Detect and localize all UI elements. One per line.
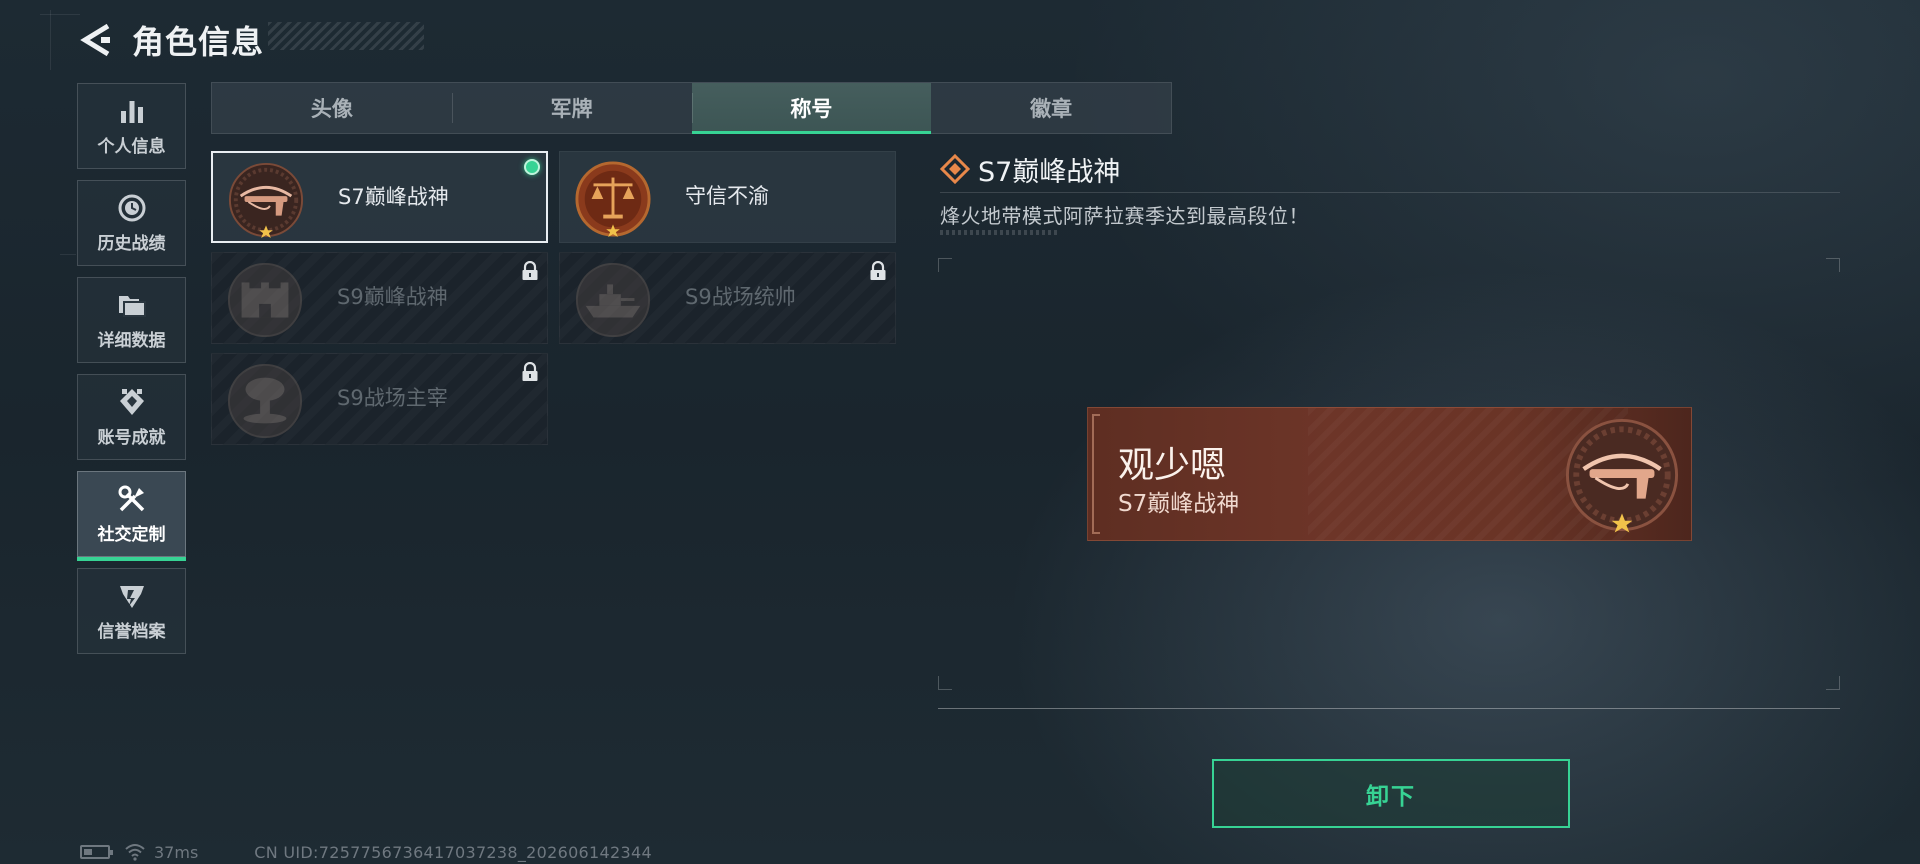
title-card-label: S7巅峰战神 [338, 185, 449, 209]
detail-title: S7巅峰战神 [978, 156, 1121, 188]
player-name: 观少嗯 [1118, 445, 1227, 486]
title-card-s9-battlefield-commander[interactable]: S9战场统帅 [559, 252, 896, 344]
sidebar-item-history[interactable]: 历史战绩 [77, 180, 186, 266]
title-card-label: 守信不渝 [685, 184, 769, 208]
title-detail-panel: S7巅峰战神 烽火地带模式阿萨拉赛季达到最高段位！ [940, 150, 1840, 235]
title-card-label: S9战场主宰 [337, 386, 448, 410]
folder-icon [117, 290, 147, 320]
crossbow-emblem-icon [228, 162, 304, 239]
warship-emblem-icon [575, 262, 651, 338]
lock-icon [522, 261, 538, 280]
sidebar-item-reputation[interactable]: 信誉档案 [77, 568, 186, 654]
sidebar-item-label: 社交定制 [97, 524, 166, 545]
back-button[interactable] [78, 22, 114, 58]
divider [938, 708, 1840, 709]
bar-chart-icon [117, 96, 147, 126]
sidebar-item-social-custom[interactable]: 社交定制 [77, 471, 186, 561]
sidebar-item-label: 历史战绩 [97, 233, 166, 254]
tab-title[interactable]: 称号 [691, 83, 932, 134]
sidebar-item-achievements[interactable]: 账号成就 [77, 374, 186, 460]
title-decoration [268, 22, 424, 50]
detail-description: 烽火地带模式阿萨拉赛季达到最高段位！ [940, 204, 1309, 228]
title-card-s9-battlefield-dominator[interactable]: S9战场主宰 [211, 353, 548, 445]
lock-icon [870, 261, 886, 280]
reputation-icon [117, 581, 147, 611]
lock-icon [522, 362, 538, 381]
battery-icon [80, 845, 113, 859]
status-bar: 37ms CN UID:7257756736417037238_20260614… [80, 842, 652, 862]
decoration [940, 230, 1060, 235]
tab-bar: 头像 军牌 称号 徽章 [211, 82, 1172, 134]
sidebar-item-label: 账号成就 [97, 427, 166, 448]
title-card-label: S9战场统帅 [685, 285, 796, 309]
title-card-s9-peak-god[interactable]: S9巅峰战神 [211, 252, 548, 344]
tab-badge[interactable]: 徽章 [931, 83, 1171, 133]
page-title: 角色信息 [132, 23, 265, 61]
title-card-s7-peak-god[interactable]: S7巅峰战神 [211, 151, 548, 243]
sidebar: 个人信息 历史战绩 详细数据 账号成就 社交定制 信誉档案 [77, 83, 187, 665]
nameplate-title: S7巅峰战神 [1118, 491, 1240, 517]
scales-emblem-icon [575, 161, 651, 238]
sidebar-item-label: 详细数据 [97, 330, 166, 351]
sidebar-item-personal-info[interactable]: 个人信息 [77, 83, 186, 169]
crossbow-emblem-icon [1565, 418, 1679, 533]
wifi-icon [125, 844, 145, 861]
divider [940, 192, 1840, 193]
diamond-icon [940, 154, 970, 184]
sidebar-item-label: 个人信息 [97, 136, 166, 157]
clock-icon [117, 193, 147, 223]
ping-text: 37ms [154, 842, 199, 862]
uid-text: CN UID:7257756736417037238_202606142344 [254, 842, 652, 862]
back-arrow-icon [80, 23, 110, 57]
unequip-button[interactable]: 卸下 [1212, 759, 1570, 828]
sidebar-item-label: 信誉档案 [97, 621, 166, 642]
fortress-emblem-icon [227, 262, 303, 338]
tab-avatar[interactable]: 头像 [212, 83, 452, 133]
nameplate-preview: 观少嗯 S7巅峰战神 [1087, 407, 1692, 541]
page-header: 角色信息 [78, 18, 264, 62]
decoration [1092, 414, 1100, 534]
tab-dog-tag[interactable]: 军牌 [451, 83, 692, 133]
sidebar-item-detailed-data[interactable]: 详细数据 [77, 277, 186, 363]
tools-icon [117, 484, 147, 514]
mushroom-cloud-emblem-icon [227, 363, 303, 439]
title-card-label: S9巅峰战神 [337, 285, 448, 309]
title-card-trustworthy[interactable]: 守信不渝 [559, 151, 896, 243]
achievement-icon [117, 387, 147, 417]
equipped-indicator [524, 159, 540, 175]
